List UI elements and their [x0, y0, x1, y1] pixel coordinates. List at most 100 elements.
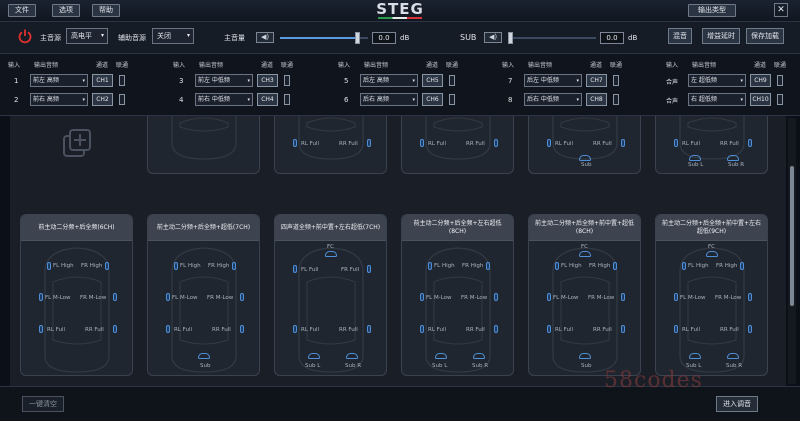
- sub-speaker-icon[interactable]: ◀): [484, 32, 502, 43]
- preset-card[interactable]: 四声道全频+前中置+左右超低(7CH) FC FL Full FR Full RL Fu…: [274, 214, 387, 376]
- speaker-label: RL Full: [301, 141, 320, 147]
- routing-channel-button[interactable]: CH7: [586, 74, 607, 87]
- routing-output-select[interactable]: 右 超低频 ▾: [688, 93, 746, 106]
- sub-volume-thumb[interactable]: [508, 32, 513, 44]
- routing-channel-button[interactable]: CH9: [750, 74, 771, 87]
- speaker-icon: [674, 139, 678, 147]
- routing-output-select[interactable]: 前左 高频 ▾: [30, 74, 88, 87]
- routing-header: 输出音频: [692, 62, 717, 69]
- gain-delay-button[interactable]: 增益延时: [702, 28, 740, 44]
- link-toggle[interactable]: [119, 94, 125, 105]
- preset-card[interactable]: 前主动二分频+后全频(6CH) FL High FR High FL M-Low FR …: [20, 214, 133, 376]
- link-toggle[interactable]: [613, 75, 619, 86]
- routing-output-select[interactable]: 前左 中低频 ▾: [195, 74, 253, 87]
- speaker-label: RR Full: [85, 327, 104, 333]
- aux-source-select[interactable]: 关闭 ▾: [152, 28, 194, 44]
- routing-output-select[interactable]: 后右 中低频 ▾: [524, 93, 582, 106]
- sub-volume-value[interactable]: 0.0: [600, 32, 624, 44]
- speaker-label: FL M-Low: [45, 295, 71, 301]
- save-load-button[interactable]: 保存加载: [746, 28, 784, 44]
- speaker-icon: [367, 325, 371, 333]
- speaker-icon: [166, 325, 170, 333]
- speaker-label: FL High: [180, 263, 201, 269]
- speaker-label: Sub L: [688, 162, 704, 168]
- car-outline-icon: [298, 247, 364, 373]
- preset-panel: RL Full RR Full RL Full RR Full RL Full RR Fu…: [10, 116, 786, 386]
- routing-output-select[interactable]: 前右 高频 ▾: [30, 93, 88, 106]
- speaker-label: Sub L: [432, 363, 448, 369]
- link-toggle[interactable]: [284, 75, 290, 86]
- menu-help[interactable]: 帮助: [92, 4, 120, 17]
- speaker-label: Sub: [200, 363, 211, 369]
- preset-card[interactable]: 前主动二分频+后全频+前中置+左右超低(9CH) FC FL High FR High…: [655, 214, 768, 376]
- chevron-down-icon: ▾: [740, 97, 743, 103]
- speaker-icon: [240, 293, 244, 301]
- link-toggle[interactable]: [777, 94, 783, 105]
- speaker-icon: [494, 325, 498, 333]
- link-toggle[interactable]: [449, 75, 455, 86]
- subwoofer-icon: [727, 155, 739, 161]
- routing-header: 输出音频: [34, 62, 59, 69]
- preset-card[interactable]: 前主动二分频+后全频+超低(7CH) FL High FR High FL M-Low…: [147, 214, 260, 376]
- speaker-icon: [547, 293, 551, 301]
- sub-volume-slider[interactable]: [508, 32, 596, 44]
- main-source-select[interactable]: 高电平 ▾: [66, 28, 108, 44]
- master-volume-value[interactable]: 0.0: [372, 32, 396, 44]
- reset-all-button[interactable]: 一键清空: [22, 396, 64, 412]
- routing-header: 联通: [116, 62, 129, 69]
- speaker-icon: [748, 293, 752, 301]
- link-toggle[interactable]: [449, 94, 455, 105]
- link-toggle[interactable]: [777, 75, 783, 86]
- routing-channel-button[interactable]: CH2: [92, 93, 113, 106]
- add-preset-card[interactable]: [20, 116, 133, 180]
- link-toggle[interactable]: [284, 94, 290, 105]
- power-icon[interactable]: [17, 28, 33, 44]
- subwoofer-icon: [579, 353, 591, 359]
- output-type-button[interactable]: 输出类型: [688, 4, 736, 17]
- routing-output-select[interactable]: 左 超低频 ▾: [688, 74, 746, 87]
- preset-card[interactable]: RL Full RR Full: [401, 116, 514, 174]
- preset-card[interactable]: [147, 116, 260, 174]
- routing-output-select[interactable]: 前右 中低频 ▾: [195, 93, 253, 106]
- routing-channel-button[interactable]: CH8: [586, 93, 607, 106]
- master-volume-slider[interactable]: [280, 32, 368, 44]
- routing-channel-button[interactable]: CH1: [92, 74, 113, 87]
- routing-output-select[interactable]: 后右 高频 ▾: [360, 93, 418, 106]
- preset-card[interactable]: 前主动二分频+后全频+前中置+超低(8CH) FC FL High FR High FL…: [528, 214, 641, 376]
- subwoofer-icon: [473, 353, 485, 359]
- speaker-label: RL Full: [301, 327, 320, 333]
- speaker-icon[interactable]: ◀): [256, 32, 274, 43]
- speaker-label: Sub L: [305, 363, 321, 369]
- preset-card[interactable]: RL Full RR Full Sub L Sub R: [655, 116, 768, 174]
- preset-card[interactable]: RL Full RR Full Sub: [528, 116, 641, 174]
- routing-channel-button[interactable]: CH3: [257, 74, 278, 87]
- routing-output-select[interactable]: 后左 中低频 ▾: [524, 74, 582, 87]
- routing-channel-button[interactable]: CH5: [422, 74, 443, 87]
- close-icon[interactable]: ✕: [774, 3, 788, 17]
- preset-card[interactable]: RL Full RR Full: [274, 116, 387, 174]
- routing-channel-button[interactable]: CH4: [257, 93, 278, 106]
- routing-channel-button[interactable]: CH10: [750, 93, 771, 106]
- link-toggle[interactable]: [613, 94, 619, 105]
- menu-options[interactable]: 选项: [52, 4, 80, 17]
- speaker-label: FL High: [561, 263, 582, 269]
- speaker-icon: [293, 139, 297, 147]
- preset-card[interactable]: 前主动二分频+后全频+左右超低(8CH) FL High FR High FL M-L…: [401, 214, 514, 376]
- speaker-icon: [674, 325, 678, 333]
- menu-file[interactable]: 文件: [8, 4, 36, 17]
- speaker-label: Sub R: [728, 162, 745, 168]
- enter-tuning-button[interactable]: 进入调音: [716, 396, 758, 412]
- link-toggle[interactable]: [119, 75, 125, 86]
- routing-input-number: 3: [179, 77, 184, 85]
- speaker-icon: [367, 265, 371, 273]
- routing-channel-button[interactable]: CH6: [422, 93, 443, 106]
- mix-button[interactable]: 混音: [668, 28, 692, 44]
- scrollbar-thumb[interactable]: [790, 166, 794, 306]
- subwoofer-icon: [325, 251, 337, 257]
- preset-title: 前主动二分频+后全频(6CH): [21, 215, 132, 241]
- speaker-label: FL Full: [301, 267, 319, 273]
- chevron-down-icon: ▾: [186, 32, 190, 39]
- routing-output-select[interactable]: 后左 高频 ▾: [360, 74, 418, 87]
- master-volume-thumb[interactable]: [355, 32, 360, 44]
- routing-header: 输入: [173, 62, 186, 69]
